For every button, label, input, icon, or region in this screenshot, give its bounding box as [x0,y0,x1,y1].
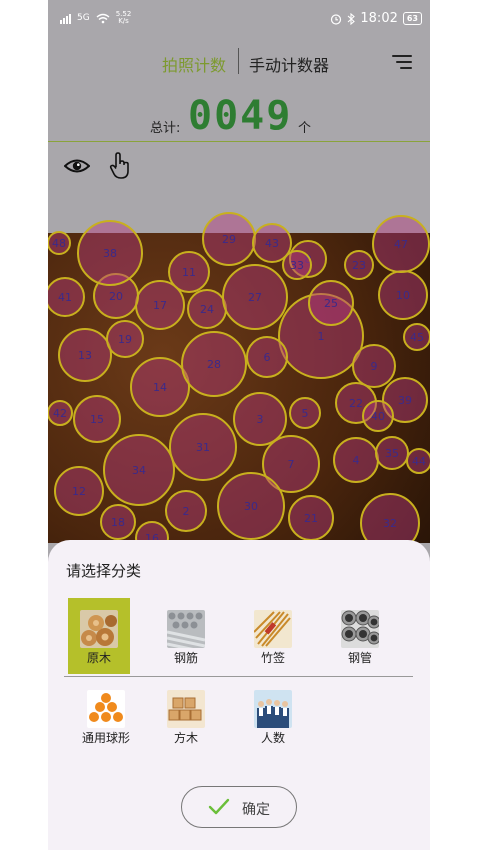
log-detection-label: 21 [304,512,318,525]
category-people[interactable]: 人数 [242,678,304,754]
log-detection-label: 14 [153,381,167,394]
log-detection-label: 19 [118,333,132,346]
log-detection-label: 32 [383,517,397,530]
log-detection-label: 39 [398,394,412,407]
log-detection-label: 25 [324,297,338,310]
sphere-thumbnail-icon [87,690,125,728]
category-divider [64,676,413,677]
log-detection-label: 41 [58,291,72,304]
square-timber-thumbnail-icon [167,690,205,728]
log-detection-label: 10 [396,289,410,302]
log-detection-label: 7 [288,458,295,471]
log-detection-label: 29 [222,233,236,246]
log-detection-label: 3 [257,413,264,426]
log-detection-label: 1 [318,330,325,343]
log-detection-label: 42 [53,407,67,420]
log-detection-label: 44 [412,455,426,468]
log-detection-label: 6 [264,351,271,364]
category-steel-pipe[interactable]: 钢管 [329,598,391,674]
log-detection-label: 27 [248,291,262,304]
category-label: 原木 [86,651,111,665]
log-detection-label: 4 [353,454,360,467]
log-detection-label: 13 [78,349,92,362]
category-bamboo-stick[interactable]: 竹签 [242,598,304,674]
log-detection-label: 11 [182,266,196,279]
log-detection-label: 45 [410,331,424,344]
log-detection-label: 20 [109,290,123,303]
log-detection-label: 38 [103,247,117,260]
confirm-button[interactable]: 确定 [181,786,297,828]
log-detection-label: 40 [371,410,385,423]
category-label: 通用球形 [81,731,130,745]
detection-overlay: 123456789101112131415161718192021222324 2… [48,212,430,555]
log-detection-label: 30 [244,500,258,513]
log-detection-label: 24 [200,303,214,316]
log-detection-label: 12 [72,485,86,498]
phone-screen: 5G 5.52 K/s 18:02 63 拍照计数 手动计数器 总计: 0049… [48,0,430,850]
category-label: 钢筋 [173,651,198,665]
log-detection-label: 23 [352,259,366,272]
log-detection-label: 43 [265,237,279,250]
confirm-label: 确定 [242,802,270,818]
log-detection-label: 2 [183,505,190,518]
log-detection-label: 47 [394,238,408,251]
steel-pipe-thumbnail-icon [341,610,379,648]
log-detection-label: 31 [196,441,210,454]
log-detection-label: 15 [90,413,104,426]
check-icon [208,798,230,815]
log-detection-label: 33 [290,259,304,272]
bamboo-stick-thumbnail-icon [254,610,292,648]
category-label: 方木 [173,731,198,745]
people-thumbnail-icon [254,690,292,728]
category-label: 人数 [260,731,285,745]
log-detection-label: 22 [349,397,363,410]
log-detection-label: 28 [207,358,221,371]
log-detection-label: 35 [385,447,399,460]
category-rebar[interactable]: 钢筋 [155,598,217,674]
category-label: 钢管 [347,651,372,665]
log-detection-label: 18 [111,516,125,529]
log-detection-label: 9 [371,360,378,373]
sheet-title: 请选择分类 [66,562,142,580]
category-label: 竹签 [260,651,285,665]
category-square-timber[interactable]: 方木 [155,678,217,754]
log-thumbnail-icon [80,610,118,648]
category-sphere[interactable]: 通用球形 [75,678,137,754]
category-sheet: 请选择分类 原木 钢筋 竹签 钢管 通用球形 方木 人数 确定 [48,540,430,850]
category-log[interactable]: 原木 [68,598,130,674]
log-detection-label: 17 [153,299,167,312]
log-detection-label: 5 [302,407,309,420]
log-detection-label: 48 [52,237,66,250]
log-detection-label: 34 [132,464,146,477]
rebar-thumbnail-icon [167,610,205,648]
